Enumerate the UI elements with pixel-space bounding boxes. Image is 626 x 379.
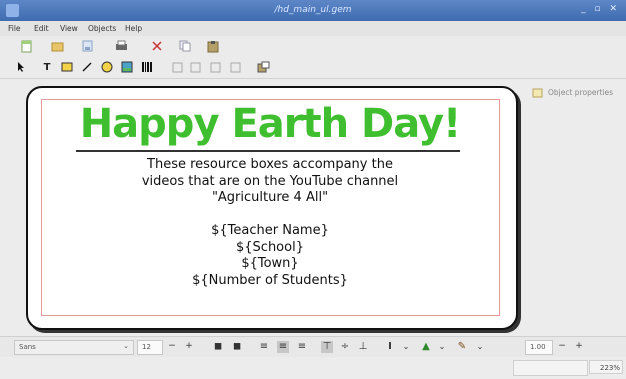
chevron-down-icon[interactable]: ⌄ xyxy=(474,341,486,353)
line-width-decrease-button[interactable]: − xyxy=(556,340,568,353)
valign-top-icon[interactable]: ⊤ xyxy=(321,341,333,353)
save-icon[interactable] xyxy=(80,39,94,53)
italic-icon[interactable]: ◼ xyxy=(231,341,243,353)
card-divider-line[interactable] xyxy=(76,150,460,152)
card-line: ${Teacher Name} xyxy=(211,223,329,238)
rectangle-tool-icon[interactable] xyxy=(60,60,74,74)
window-controls[interactable]: _ ▫ ✕ xyxy=(581,4,620,14)
card-line: These resource boxes accompany the xyxy=(147,157,393,172)
raise-object-icon[interactable] xyxy=(170,60,184,74)
copy-icon[interactable] xyxy=(178,39,192,53)
font-size-value: 12 xyxy=(142,343,151,351)
barcode-tool-icon[interactable] xyxy=(140,60,154,74)
text-tool-icon[interactable]: T xyxy=(40,60,54,74)
cut-icon[interactable] xyxy=(150,39,164,53)
line-width-field[interactable]: 1.00 xyxy=(525,340,553,355)
font-size-decrease-button[interactable]: − xyxy=(166,340,178,353)
object-properties-label: Object properties xyxy=(548,88,614,97)
window-titlebar: /hd_main_ul.gem _ ▫ ✕ xyxy=(0,0,626,21)
font-family-select[interactable]: Sans ⌄ xyxy=(14,340,134,355)
text-format-toolbar: Sans ⌄ 12 − + ◼ ◼ ≡ ≡ ≡ ⊤ ÷ ⊥ I ⌄ ▲ ⌄ ✎ … xyxy=(0,336,626,358)
font-family-value: Sans xyxy=(19,343,36,351)
font-size-field[interactable]: 12 xyxy=(137,340,163,355)
select-pointer-icon[interactable] xyxy=(14,60,28,74)
valign-bottom-icon[interactable]: ⊥ xyxy=(357,341,369,353)
menu-bar: File Edit View Objects Help xyxy=(0,21,626,37)
card-body-text[interactable]: These resource boxes accompany the video… xyxy=(60,157,480,289)
font-size-increase-button[interactable]: + xyxy=(183,340,195,353)
align-right-icon[interactable]: ≡ xyxy=(296,341,308,353)
card-line xyxy=(60,207,480,224)
window-title: /hd_main_ul.gem xyxy=(274,5,352,15)
new-document-icon[interactable] xyxy=(20,39,34,53)
chevron-down-icon[interactable]: ⌄ xyxy=(400,341,412,353)
bold-icon[interactable]: ◼ xyxy=(212,341,224,353)
status-message-box xyxy=(513,360,588,376)
card-line: "Agriculture 4 All" xyxy=(211,190,329,205)
object-properties-icon xyxy=(532,88,543,98)
main-toolbar xyxy=(0,36,626,56)
card-line: ${Number of Students} xyxy=(192,272,348,288)
align-center-icon[interactable]: ≡ xyxy=(277,341,289,353)
align-left-icon[interactable]: ≡ xyxy=(258,341,270,353)
line-width-value: 1.00 xyxy=(530,343,546,351)
drawing-toolbar: T xyxy=(0,56,626,79)
text-color-icon[interactable]: I xyxy=(384,341,396,353)
fill-color-icon[interactable]: ▲ xyxy=(420,341,432,353)
lower-object-icon[interactable] xyxy=(188,60,202,74)
merge-properties-icon[interactable] xyxy=(256,60,270,74)
card-line: ${School} xyxy=(236,239,304,255)
menu-file[interactable]: File xyxy=(8,24,21,33)
image-tool-icon[interactable] xyxy=(120,60,134,74)
paste-icon[interactable] xyxy=(206,39,220,53)
open-folder-icon[interactable] xyxy=(50,39,64,53)
menu-edit[interactable]: Edit xyxy=(34,24,49,33)
print-icon[interactable] xyxy=(114,39,128,53)
valign-middle-icon[interactable]: ÷ xyxy=(339,341,351,353)
line-tool-icon[interactable] xyxy=(80,60,94,74)
menu-objects[interactable]: Objects xyxy=(88,24,116,33)
chevron-down-icon[interactable]: ⌄ xyxy=(436,341,448,353)
align-icon[interactable] xyxy=(208,60,222,74)
line-color-icon[interactable]: ✎ xyxy=(456,341,468,353)
object-properties-panel: Object properties xyxy=(532,87,613,101)
card-line: videos that are on the YouTube channel xyxy=(141,173,399,189)
line-width-increase-button[interactable]: + xyxy=(573,340,585,353)
card-headline[interactable]: Happy Earth Day! xyxy=(60,100,480,148)
menu-view[interactable]: View xyxy=(60,24,78,33)
center-icon[interactable] xyxy=(228,60,242,74)
chevron-down-icon: ⌄ xyxy=(123,342,129,350)
menu-help[interactable]: Help xyxy=(125,24,142,33)
card-line: ${Town} xyxy=(241,256,299,271)
ellipse-tool-icon[interactable] xyxy=(100,60,114,74)
zoom-level: 223% xyxy=(589,360,623,374)
